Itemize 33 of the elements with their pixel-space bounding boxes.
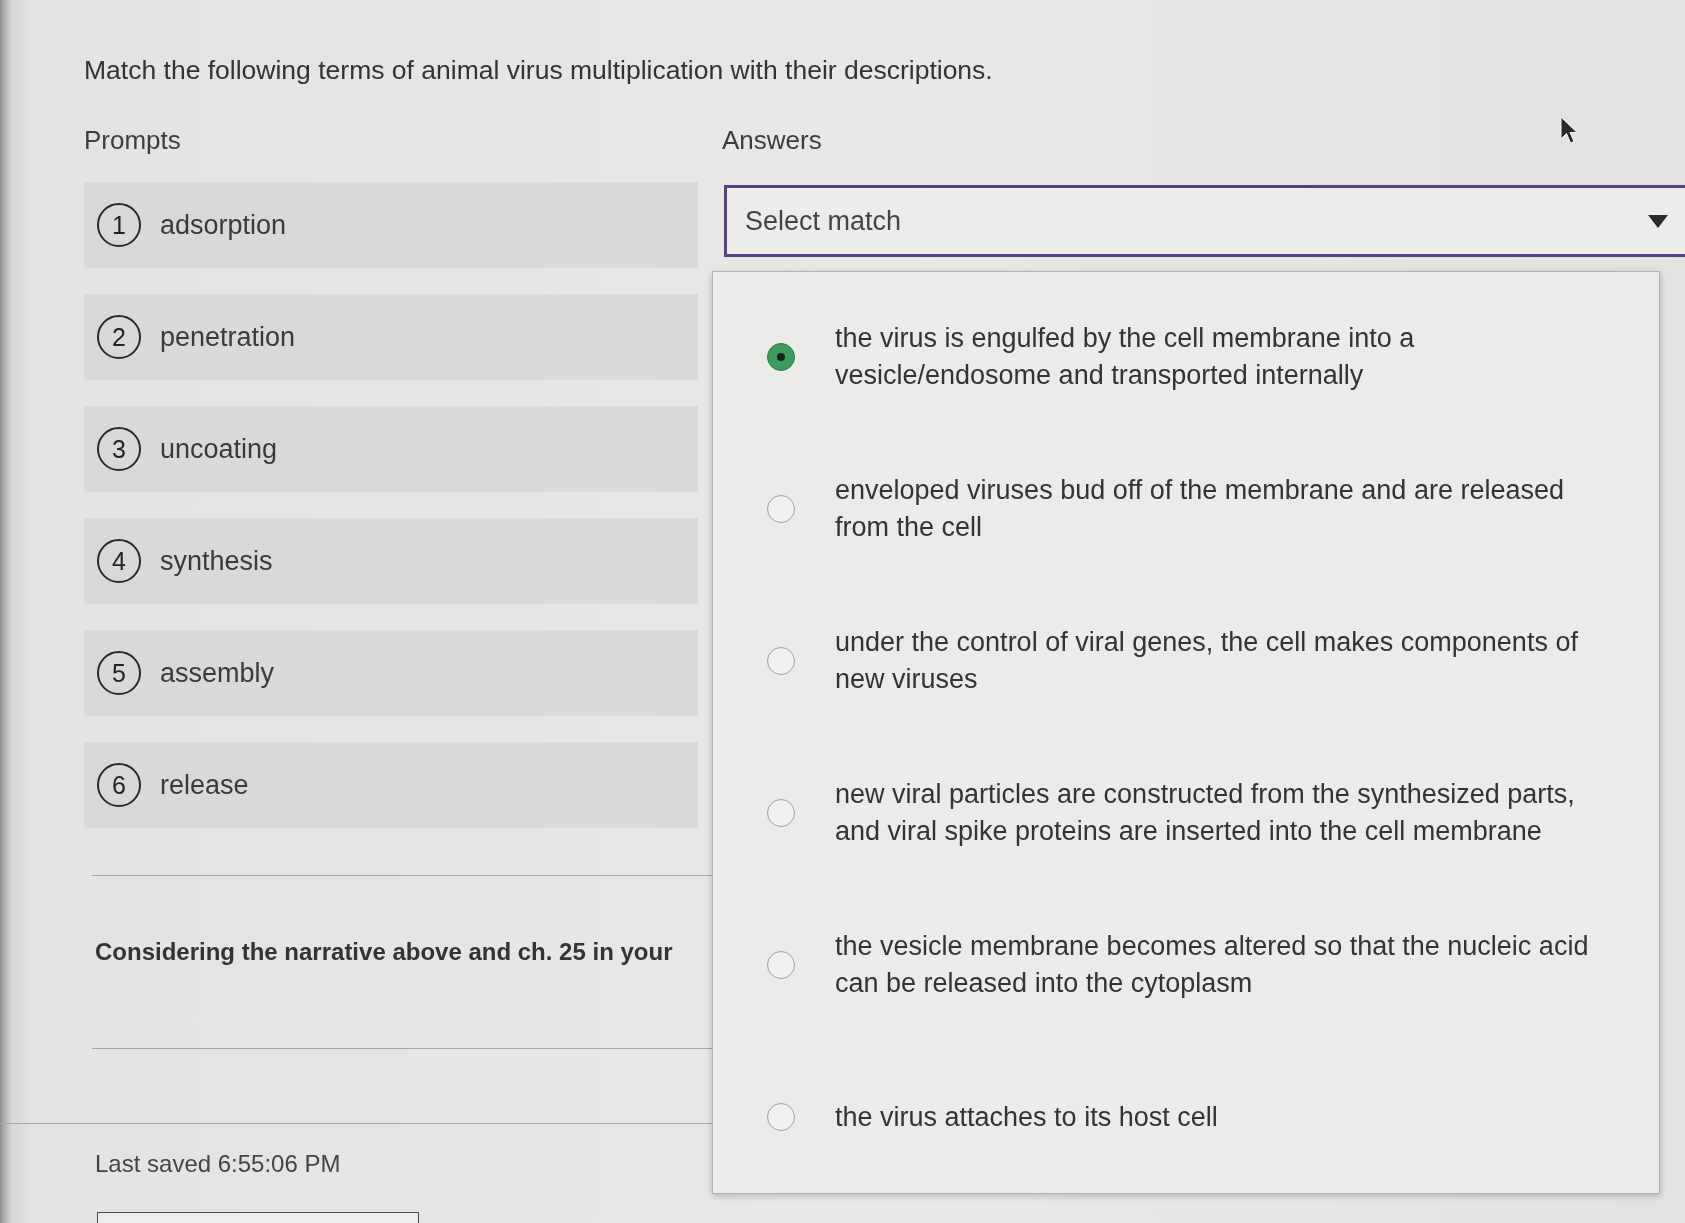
option-label[interactable]: the vesicle membrane becomes altered so that the nucleic acid can be released into the cytoplasm: [835, 928, 1595, 1002]
prompt-term: assembly: [160, 657, 275, 690]
question-text: Considering the narrative above and ch. 25 in your: [95, 938, 673, 966]
radio-button[interactable]: [767, 343, 795, 371]
radio-button[interactable]: [767, 799, 795, 827]
last-saved-text: Last saved 6:55:06 PM: [95, 1150, 341, 1178]
instruction-text: Match the following terms of animal virus multiplication with their descriptions.: [84, 54, 993, 87]
option-label[interactable]: the virus is engulfed by the cell membrane into a vesicle/endosome and transported internally: [835, 320, 1595, 394]
answers-heading: Answers: [722, 124, 822, 156]
prompt-term: penetration: [160, 321, 296, 354]
radio-button[interactable]: [767, 1103, 795, 1131]
option-label[interactable]: under the control of viral genes, the cell makes components of new viruses: [835, 624, 1595, 698]
match-dropdown[interactable]: Select match: [724, 185, 1685, 257]
prompt-term: adsorption: [160, 209, 287, 242]
mouse-pointer-icon: [1560, 116, 1578, 144]
option-label[interactable]: enveloped viruses bud off of the membrane and are released from the cell: [835, 472, 1595, 546]
prompt-term: release: [160, 769, 249, 802]
prompt-term: uncoating: [160, 433, 278, 466]
step-number: 5: [97, 651, 141, 695]
step-number: 6: [97, 763, 141, 807]
option-label[interactable]: the virus attaches to its host cell: [835, 1098, 1595, 1136]
step-number: 4: [97, 539, 141, 583]
prompts-heading: Prompts: [84, 124, 182, 156]
radio-button[interactable]: [767, 647, 795, 675]
caret-icon: [1648, 214, 1668, 228]
step-number: 3: [97, 427, 141, 471]
step-number: 1: [97, 203, 141, 247]
option-label[interactable]: new viral particles are constructed from the synthesized parts, and viral spike proteins are inserted into the cell membrane: [835, 776, 1595, 850]
prompt-term: synthesis: [160, 545, 273, 578]
partial-button[interactable]: [97, 1212, 419, 1223]
radio-button[interactable]: [767, 951, 795, 979]
step-number: 2: [97, 315, 141, 359]
radio-button[interactable]: [767, 495, 795, 523]
